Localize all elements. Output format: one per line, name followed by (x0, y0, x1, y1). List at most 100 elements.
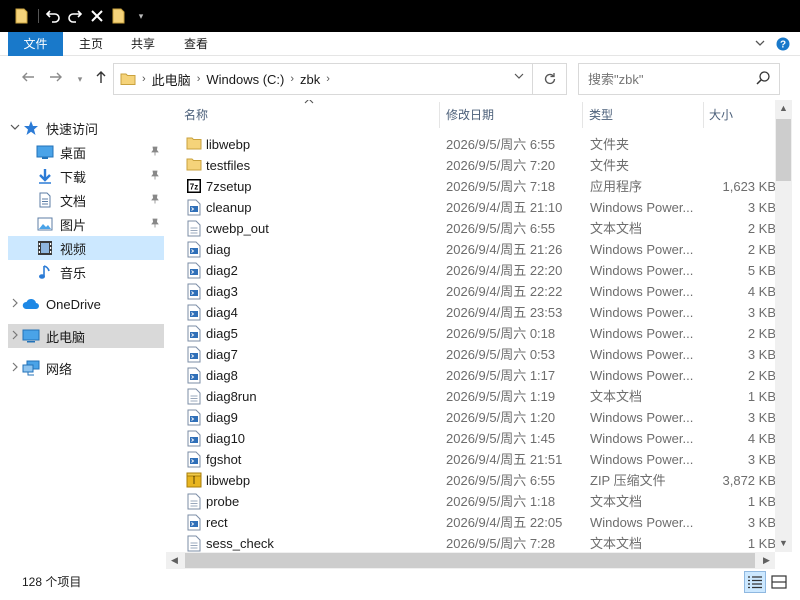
search-input[interactable] (588, 71, 748, 87)
file-type: 应用程序 (590, 179, 643, 194)
nav-item-music[interactable]: 音乐 (8, 260, 164, 284)
breadcrumb-separator[interactable]: › (142, 73, 146, 85)
tab-share[interactable]: 共享 (120, 32, 166, 56)
details-view-button[interactable] (744, 571, 766, 593)
scroll-thumb[interactable] (776, 119, 791, 181)
customize-toolbar-icon[interactable]: ▾ (133, 7, 149, 25)
breadcrumb-zbk[interactable]: zbk (300, 72, 320, 87)
file-modified-date: 2026/9/5/周六 1:19 (446, 389, 556, 404)
file-row[interactable]: 7z 7zsetup 2026/9/5/周六 7:18 应用程序 1,623 KB (166, 176, 776, 197)
nav-item-downloads[interactable]: 下载 (8, 164, 164, 188)
pin-icon[interactable] (150, 194, 160, 207)
new-folder-icon[interactable] (111, 7, 127, 25)
nav-onedrive[interactable]: OneDrive (8, 292, 164, 316)
file-size (706, 134, 776, 155)
folder-icon (186, 136, 202, 153)
file-size: 1 KB (747, 389, 776, 404)
file-row[interactable]: libwebp 2026/9/5/周六 6:55 ZIP 压缩文件 3,872 KB (166, 470, 776, 491)
file-row[interactable]: diag 2026/9/4/周五 21:26 Windows Power... 2 K… (166, 239, 776, 260)
search-box[interactable] (578, 63, 780, 95)
file-name: libwebp (206, 137, 251, 152)
help-icon[interactable]: ? (776, 37, 790, 54)
tab-file[interactable]: 文件 (8, 32, 63, 56)
download-icon (36, 168, 54, 184)
address-history-dropdown[interactable] (508, 64, 530, 94)
nav-quick-access[interactable]: 快速访问 (8, 116, 164, 140)
breadcrumb-separator[interactable]: › (326, 73, 330, 85)
nav-item-documents[interactable]: 文档 (8, 188, 164, 212)
back-button[interactable] (18, 69, 38, 89)
file-type: Windows Power... (590, 200, 694, 215)
large-icons-view-button[interactable] (768, 571, 790, 593)
expand-chevron-icon[interactable] (8, 298, 22, 311)
tab-home[interactable]: 主页 (68, 32, 114, 56)
separator (38, 9, 39, 23)
nav-network[interactable]: 网络 (8, 356, 164, 380)
scroll-right-arrow-icon[interactable]: ▶ (758, 552, 775, 569)
delete-icon[interactable] (89, 7, 105, 25)
address-bar[interactable]: › 此电脑 › Windows (C:) › zbk › (113, 63, 567, 95)
scroll-down-arrow-icon[interactable]: ▼ (775, 535, 792, 552)
forward-button[interactable] (46, 69, 66, 89)
recent-locations-button[interactable]: ▾ (70, 69, 90, 89)
column-header-date[interactable]: 修改日期 (440, 100, 580, 130)
breadcrumb-c-drive[interactable]: Windows (C:) (206, 72, 284, 87)
file-row[interactable]: diag3 2026/9/4/周五 22:22 Windows Power... 4 … (166, 281, 776, 302)
file-row[interactable]: rect 2026/9/4/周五 22:05 Windows Power... 3 K… (166, 512, 776, 533)
expand-chevron-icon[interactable] (8, 362, 22, 375)
file-row[interactable]: sess_check 2026/9/5/周六 7:28 文本文档 1 KB (166, 533, 776, 554)
file-row[interactable]: diag10 2026/9/5/周六 1:45 Windows Power... 4 … (166, 428, 776, 449)
breadcrumb-separator[interactable]: › (290, 73, 294, 85)
file-row[interactable]: diag8run 2026/9/5/周六 1:19 文本文档 1 KB (166, 386, 776, 407)
breadcrumb-this-pc[interactable]: 此电脑 (152, 70, 191, 89)
file-type: 文本文档 (590, 221, 643, 236)
file-row[interactable]: diag5 2026/9/5/周六 0:18 Windows Power... 2 K… (166, 323, 776, 344)
file-name: probe (206, 494, 240, 509)
powershell-script-icon (186, 451, 202, 468)
up-button[interactable] (91, 69, 111, 89)
pin-icon[interactable] (150, 170, 160, 183)
file-size: 1 KB (747, 536, 776, 551)
vertical-scrollbar[interactable]: ▲ ▼ (775, 100, 792, 552)
file-row[interactable]: probe 2026/9/5/周六 1:18 文本文档 1 KB (166, 491, 776, 512)
scroll-left-arrow-icon[interactable]: ◀ (166, 552, 183, 569)
file-modified-date: 2026/9/4/周五 22:05 (446, 515, 563, 530)
file-row[interactable]: cleanup 2026/9/4/周五 21:10 Windows Power...… (166, 197, 776, 218)
file-row[interactable]: diag4 2026/9/4/周五 23:53 Windows Power... 3 … (166, 302, 776, 323)
undo-icon[interactable] (45, 7, 61, 25)
scroll-up-arrow-icon[interactable]: ▲ (775, 100, 792, 117)
file-row[interactable]: diag7 2026/9/5/周六 0:53 Windows Power... 3 K… (166, 344, 776, 365)
file-row[interactable]: testfiles 2026/9/5/周六 7:20 文件夹 (166, 155, 776, 176)
folder-icon (186, 157, 202, 174)
collapse-chevron-icon[interactable] (8, 122, 22, 135)
tab-view[interactable]: 查看 (173, 32, 219, 56)
expand-chevron-icon[interactable] (8, 330, 22, 343)
file-row[interactable]: diag8 2026/9/5/周六 1:17 Windows Power... 2 K… (166, 365, 776, 386)
scroll-thumb[interactable] (185, 553, 755, 568)
nav-this-pc[interactable]: 此电脑 (8, 324, 164, 348)
onedrive-cloud-icon (22, 296, 40, 312)
file-size: 4 KB (747, 431, 776, 446)
nav-item-pictures[interactable]: 图片 (8, 212, 164, 236)
file-row[interactable]: libwebp 2026/9/5/周六 6:55 文件夹 (166, 134, 776, 155)
file-row[interactable]: diag2 2026/9/4/周五 22:20 Windows Power... 5 … (166, 260, 776, 281)
column-header-type[interactable]: 类型 (583, 100, 701, 130)
file-name: diag5 (206, 326, 238, 341)
nav-item-videos[interactable]: 视频 (8, 236, 164, 260)
file-row[interactable]: diag9 2026/9/5/周六 1:20 Windows Power... 3 K… (166, 407, 776, 428)
file-row[interactable]: cwebp_out 2026/9/5/周六 6:55 文本文档 2 KB (166, 218, 776, 239)
refresh-button[interactable] (532, 64, 566, 94)
column-header-name[interactable]: 名称 (178, 100, 438, 130)
file-name: libwebp (206, 473, 251, 488)
pin-icon[interactable] (150, 146, 160, 159)
nav-item-desktop[interactable]: 桌面 (8, 140, 164, 164)
file-row[interactable]: fgshot 2026/9/4/周五 21:51 Windows Power... 3… (166, 449, 776, 470)
column-header-size[interactable]: 大小 (703, 100, 773, 130)
file-modified-date: 2026/9/4/周五 21:10 (446, 200, 563, 215)
pin-icon[interactable] (150, 218, 160, 231)
redo-icon[interactable] (67, 7, 83, 25)
breadcrumb-separator[interactable]: › (197, 73, 201, 85)
search-icon[interactable] (755, 70, 771, 89)
expand-ribbon-icon[interactable] (754, 37, 766, 54)
horizontal-scrollbar[interactable]: ◀ ▶ (166, 552, 775, 569)
